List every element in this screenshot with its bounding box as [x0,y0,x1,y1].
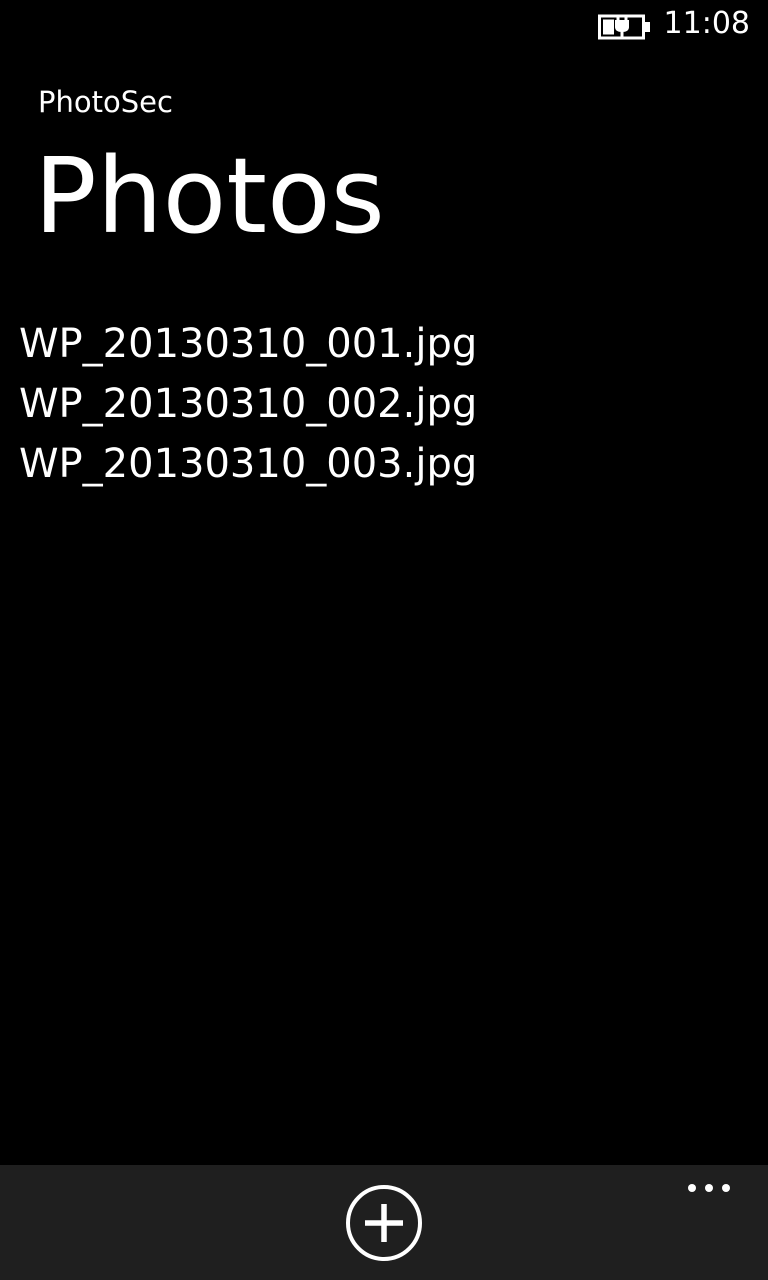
photo-list-item[interactable]: WP_20130310_001.jpg [19,314,477,374]
app-bar [0,1165,768,1280]
more-options-button[interactable] [680,1171,740,1205]
page-title: Photos [34,135,385,257]
add-circle-icon [345,1185,423,1266]
status-time: 11:08 [663,6,750,41]
photo-list-item[interactable]: WP_20130310_003.jpg [19,434,477,494]
app-title: PhotoSec [38,85,173,119]
photo-list-item[interactable]: WP_20130310_002.jpg [19,374,477,434]
ellipsis-icon [680,1184,740,1209]
battery-charging-icon [598,12,652,40]
status-bar: 11:08 [0,0,768,50]
add-photo-button[interactable] [345,1184,423,1262]
photo-list: WP_20130310_001.jpg WP_20130310_002.jpg … [19,314,477,494]
